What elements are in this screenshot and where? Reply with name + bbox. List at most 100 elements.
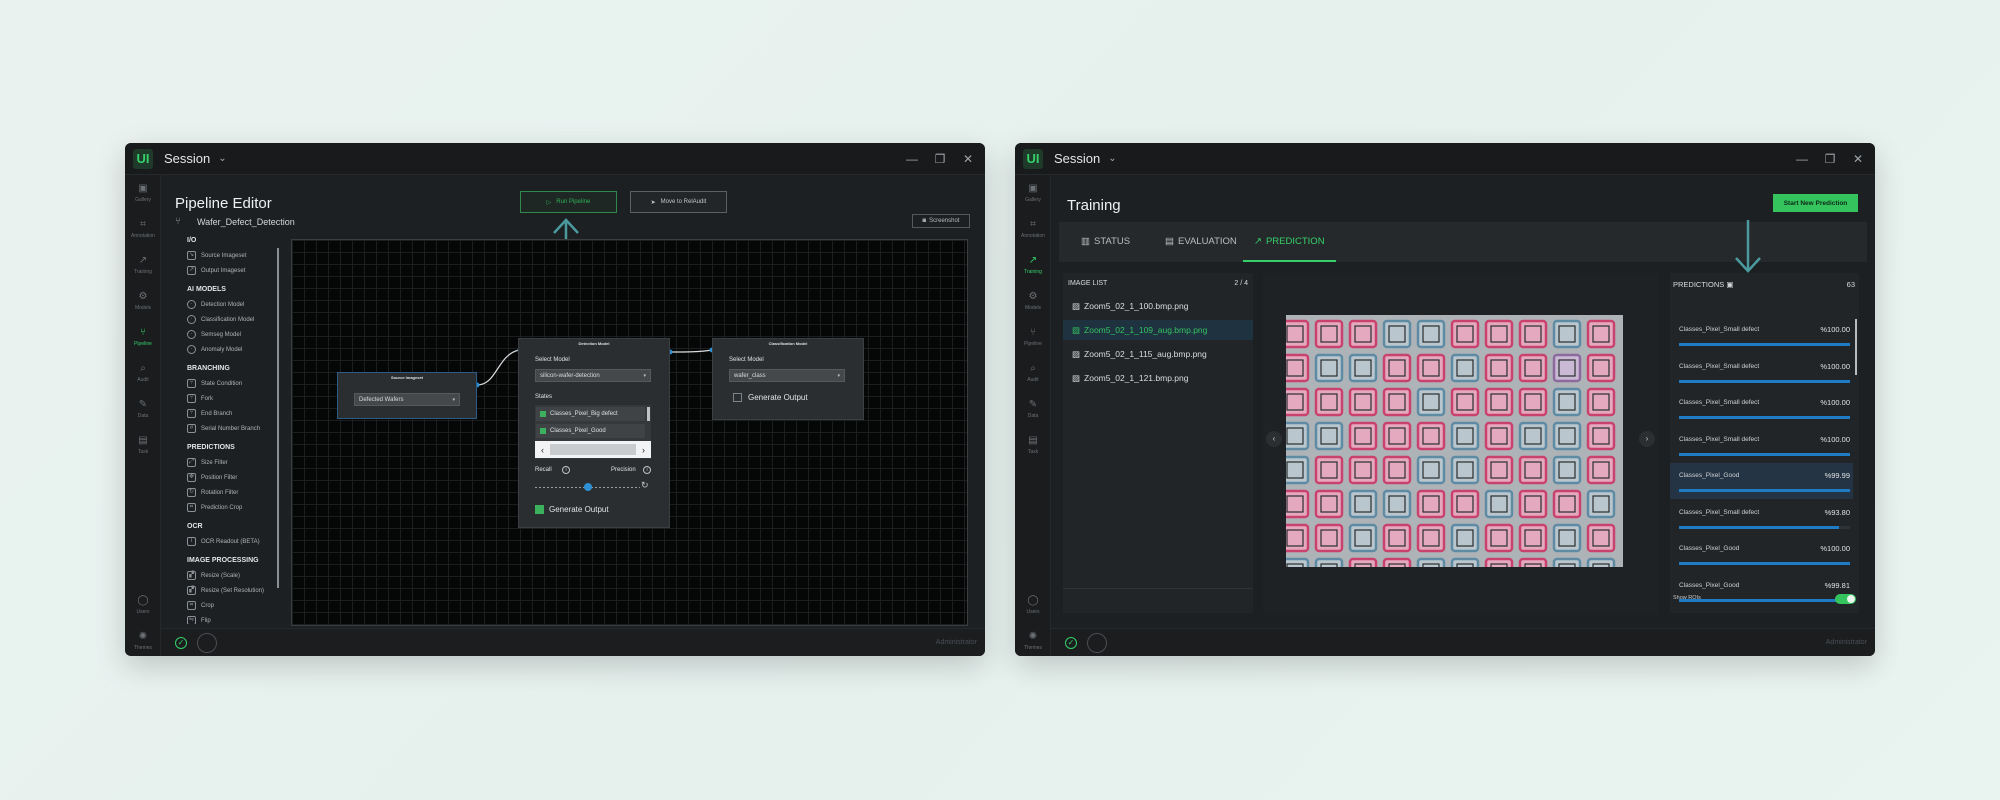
roi-defect[interactable]	[1286, 489, 1310, 519]
roi-defect[interactable]	[1382, 523, 1412, 553]
roi-good[interactable]	[1450, 523, 1480, 553]
roi-defect[interactable]	[1382, 557, 1412, 567]
rail-item-audit[interactable]: ⌕ Audit	[125, 363, 161, 383]
show-rois-toggle[interactable]	[1835, 594, 1856, 604]
prediction-item[interactable]: Classes_Pixel_Good %99.81	[1670, 573, 1853, 609]
roi-good[interactable]	[1450, 557, 1480, 567]
roi-defect[interactable]	[1348, 557, 1378, 567]
session-menu[interactable]: Session	[1054, 151, 1100, 166]
rail-item-task[interactable]: ▤ Task	[1015, 435, 1051, 455]
states-scrollbar[interactable]	[647, 407, 650, 421]
roi-defect[interactable]	[1450, 387, 1480, 417]
prediction-item[interactable]: Classes_Pixel_Small defect %100.00	[1670, 427, 1853, 463]
roi-defect[interactable]	[1382, 455, 1412, 485]
session-menu[interactable]: Session	[164, 151, 210, 166]
generate-output-checkbox[interactable]	[733, 393, 742, 402]
roi-good[interactable]	[1314, 353, 1344, 383]
detection-model-node[interactable]: Detection Model Select Model silicon-waf…	[518, 338, 670, 528]
rail-item-training[interactable]: ↗ Training	[125, 255, 161, 275]
roi-defect[interactable]	[1586, 421, 1616, 451]
roi-defect[interactable]	[1382, 353, 1412, 383]
roi-defect[interactable]	[1586, 387, 1616, 417]
palette-item-state-condition[interactable]: ⑂ State Condition	[187, 379, 242, 388]
palette-item-source-imageset[interactable]: ↘ Source Imageset	[187, 251, 246, 260]
chevron-down-icon[interactable]: ⌄	[218, 153, 226, 164]
roi-good[interactable]	[1416, 455, 1446, 485]
roi-good[interactable]	[1552, 455, 1582, 485]
roi-defect[interactable]	[1586, 319, 1616, 349]
roi-defect[interactable]	[1314, 319, 1344, 349]
roi-defect[interactable]	[1518, 353, 1548, 383]
palette-item-fork[interactable]: ⑂ Fork	[187, 394, 213, 403]
palette-item-flip[interactable]: ⇋ Flip	[187, 616, 211, 624]
rail-item-users[interactable]: ◯ Users	[125, 595, 161, 615]
palette-item-anomaly-model[interactable]: · Anomaly Model	[187, 345, 242, 354]
roi-defect[interactable]	[1286, 353, 1310, 383]
roi-defect[interactable]	[1484, 523, 1514, 553]
palette-item-detection-model[interactable]: · Detection Model	[187, 300, 244, 309]
state-item[interactable]: Classes_Pixel_Big defect	[536, 407, 645, 421]
roi-good[interactable]	[1552, 523, 1582, 553]
roi-defect[interactable]	[1484, 353, 1514, 383]
move-to-audit-button[interactable]: ➤ Move to RelAudit	[630, 191, 727, 213]
roi-good[interactable]	[1552, 421, 1582, 451]
roi-good[interactable]	[1382, 489, 1412, 519]
roi-defect[interactable]	[1484, 421, 1514, 451]
roi-good[interactable]	[1450, 421, 1480, 451]
rail-item-users[interactable]: ◯ Users	[1015, 595, 1051, 615]
roi-defect[interactable]	[1286, 387, 1310, 417]
rail-item-models[interactable]: ⚙ Models	[125, 291, 161, 311]
roi-defect[interactable]	[1416, 523, 1446, 553]
roi-good[interactable]	[1314, 557, 1344, 567]
rail-item-themes[interactable]: ✺ Themes	[125, 631, 161, 651]
pipeline-name[interactable]: Wafer_Defect_Detection	[197, 217, 295, 227]
palette-item-serial-number-branch[interactable]: # Serial Number Branch	[187, 424, 260, 433]
roi-defect[interactable]	[1382, 421, 1412, 451]
roi-good[interactable]	[1286, 455, 1310, 485]
roi-defect[interactable]	[1286, 523, 1310, 553]
roi-defect[interactable]	[1286, 319, 1310, 349]
palette-item-semseg-model[interactable]: · Semseg Model	[187, 330, 241, 339]
roi-defect[interactable]	[1518, 319, 1548, 349]
roi-good[interactable]	[1484, 489, 1514, 519]
roi-good[interactable]	[1286, 421, 1310, 451]
tab-prediction[interactable]: ↗ PREDICTION	[1254, 236, 1325, 247]
roi-defect[interactable]	[1518, 557, 1548, 567]
palette-scrollbar[interactable]	[277, 248, 279, 588]
image-list-item[interactable]: ▨ Zoom5_02_1_115_aug.bmp.png	[1063, 344, 1253, 364]
prediction-item[interactable]: Classes_Pixel_Small defect %93.80	[1670, 500, 1853, 536]
palette-item-classification-model[interactable]: · Classification Model	[187, 315, 254, 324]
roi-defect[interactable]	[1484, 455, 1514, 485]
roi-defect[interactable]	[1450, 489, 1480, 519]
classification-model-node[interactable]: Classification Model Select Model wafer_…	[712, 338, 864, 420]
roi-good[interactable]	[1450, 455, 1480, 485]
restore-icon[interactable]: ❐	[933, 152, 947, 166]
classification-model-select[interactable]: wafer_class ▾	[729, 369, 845, 382]
roi-good[interactable]	[1286, 557, 1310, 567]
roi-defect[interactable]	[1314, 523, 1344, 553]
roi-good[interactable]	[1450, 353, 1480, 383]
detection-model-select[interactable]: silicon-wafer-detection ▾	[535, 369, 651, 382]
palette-item-end-branch[interactable]: ⑂ End Branch	[187, 409, 232, 418]
roi-defect[interactable]	[1382, 387, 1412, 417]
roi-defect[interactable]	[1586, 523, 1616, 553]
roi-defect[interactable]	[1552, 489, 1582, 519]
image-list-item[interactable]: ▨ Zoom5_02_1_121.bmp.png	[1063, 368, 1253, 388]
roi-good[interactable]	[1552, 557, 1582, 567]
close-icon[interactable]: ✕	[961, 152, 975, 166]
tab-status[interactable]: ▥ STATUS	[1081, 236, 1130, 247]
info-icon[interactable]: i	[562, 466, 570, 474]
roi-defect[interactable]	[1314, 455, 1344, 485]
roi-good[interactable]	[1314, 421, 1344, 451]
palette-item-crop[interactable]: ⌗ Crop	[187, 601, 214, 610]
info-icon[interactable]: i	[643, 466, 651, 474]
roi-defect[interactable]	[1314, 489, 1344, 519]
roi-good[interactable]	[1348, 353, 1378, 383]
imageset-select[interactable]: Defected Wafers ▾	[354, 393, 460, 406]
previous-image-button[interactable]: ‹	[1266, 431, 1282, 447]
roi-defect[interactable]	[1518, 455, 1548, 485]
screenshot-button[interactable]: ◙ Screenshot	[912, 214, 970, 228]
palette-item-ocr-readout[interactable]: T OCR Readout (BETA)	[187, 537, 260, 546]
roi-defect[interactable]	[1518, 387, 1548, 417]
prediction-item[interactable]: Classes_Pixel_Good %100.00	[1670, 536, 1853, 572]
